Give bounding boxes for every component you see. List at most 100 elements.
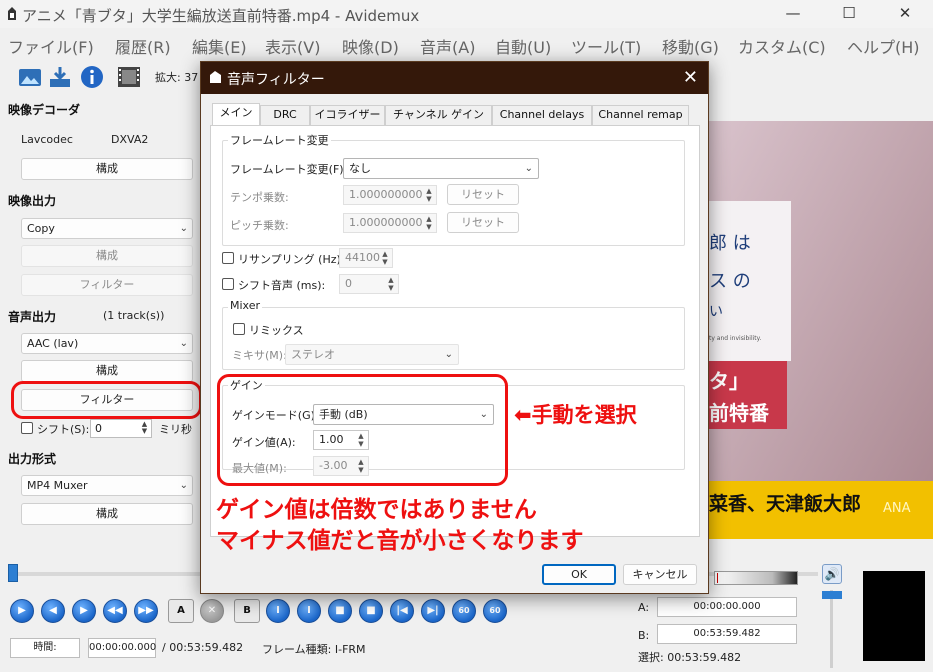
annotation-note-2: マイナス値だと音が小さくなります (216, 528, 584, 554)
menu-file[interactable]: ファイル(F) (8, 34, 94, 58)
speaker-icon[interactable]: 🔊 (822, 564, 842, 584)
tab-channel-gain[interactable]: チャンネル ゲイン (385, 105, 492, 125)
set-marker-a-button[interactable]: A (168, 599, 194, 623)
timeline-cursor[interactable] (8, 564, 18, 582)
resample-input[interactable]: 44100 ▲ ▼ (339, 248, 393, 268)
menu-audio[interactable]: 音声(A) (420, 34, 475, 58)
tempo-reset-button[interactable]: リセット (447, 184, 519, 205)
volume-meter (714, 571, 798, 585)
prev-keyframe-button[interactable]: I (266, 599, 290, 623)
next-keyframe-button[interactable]: I (297, 599, 321, 623)
minimize-button[interactable]: — (770, 0, 816, 28)
last-frame-button[interactable]: ▶| (421, 599, 445, 623)
dialog-app-icon (209, 71, 222, 84)
framerate-change-value: なし (349, 162, 371, 175)
muxer-config-button[interactable]: 構成 (21, 503, 193, 525)
chevron-down-icon: ⌄ (524, 163, 533, 174)
preview-text-small: ty and invisibility. (709, 335, 762, 342)
tempo-value: 1.000000000 (349, 188, 423, 201)
marker-b-value[interactable]: 00:53:59.482 (657, 624, 797, 644)
film-icon[interactable] (117, 65, 141, 89)
chevron-down-icon: ⌄ (179, 223, 188, 234)
tab-drc[interactable]: DRC (260, 105, 310, 125)
play-button[interactable]: ▶ (10, 599, 34, 623)
menu-tools[interactable]: ツール(T) (571, 34, 641, 58)
menu-help[interactable]: ヘルプ(H) (847, 34, 920, 58)
menu-custom[interactable]: カスタム(C) (738, 34, 826, 58)
mixer-select[interactable]: ステレオ ⌄ (285, 344, 459, 365)
audio-config-button[interactable]: 構成 (21, 360, 193, 382)
highlight-audio-filters (11, 381, 202, 419)
tab-channel-remap[interactable]: Channel remap (592, 105, 689, 125)
decoder-codec: Lavcodec (21, 133, 73, 146)
set-marker-b-button[interactable]: B (234, 599, 260, 623)
volume-slider-track[interactable] (830, 590, 833, 668)
close-icon[interactable]: ✕ (683, 67, 698, 88)
mixer-value: ステレオ (291, 348, 335, 361)
tab-equalizer[interactable]: イコライザー (310, 105, 385, 125)
back-fast-button[interactable]: ◀◀ (103, 599, 127, 623)
spin-arrows-icon[interactable]: ▲ ▼ (424, 215, 434, 231)
prev-frame-button[interactable]: ◀ (41, 599, 65, 623)
forward-fast-button[interactable]: ▶▶ (134, 599, 158, 623)
spin-arrows-icon[interactable]: ▲ ▼ (139, 421, 150, 436)
open-file-icon[interactable] (18, 65, 42, 89)
menu-history[interactable]: 履歴(R) (115, 34, 171, 58)
framerate-change-label: フレームレート変更(F): (230, 163, 348, 176)
chevron-down-icon: ⌄ (179, 338, 188, 349)
maximize-button[interactable]: ☐ (826, 0, 872, 28)
volume-slider-handle[interactable] (822, 591, 842, 599)
back-60-button[interactable]: 60 (452, 599, 476, 623)
delete-button[interactable]: ✕ (200, 599, 224, 623)
spin-arrows-icon[interactable]: ▲ ▼ (424, 187, 434, 203)
current-time-input[interactable]: 00:00:00.000 (88, 638, 156, 658)
info-icon[interactable] (80, 65, 104, 89)
audio-shift-checkbox[interactable] (21, 422, 33, 434)
menu-edit[interactable]: 編集(E) (192, 34, 247, 58)
decoder-config-button[interactable]: 構成 (21, 158, 193, 180)
video-filters-button[interactable]: フィルター (21, 274, 193, 296)
selection-label: 選択: 00:53:59.482 (638, 651, 742, 664)
menu-go[interactable]: 移動(G) (662, 34, 719, 58)
mixer-label: ミキサ(M): (232, 349, 287, 362)
audio-shift-input[interactable]: 0 ▲ ▼ (90, 419, 152, 438)
tab-channel-delays[interactable]: Channel delays (492, 105, 592, 125)
audio-tracks: (1 track(s)) (103, 309, 165, 322)
preview-image (707, 121, 933, 539)
preview-banner-1: タ」 (709, 369, 749, 393)
remix-checkbox[interactable] (233, 323, 245, 335)
close-button[interactable]: ✕ (882, 0, 928, 28)
prev-black-button[interactable]: ■ (328, 599, 352, 623)
save-file-icon[interactable] (48, 65, 72, 89)
muxer-select[interactable]: MP4 Muxer ⌄ (21, 475, 193, 496)
annotation-note-1: ゲイン値は倍数ではありません (216, 497, 537, 523)
tab-main[interactable]: メイン (212, 103, 260, 126)
marker-b-label: B: (638, 629, 650, 642)
spin-arrows-icon[interactable]: ▲ ▼ (386, 276, 396, 292)
marker-a-value[interactable]: 00:00:00.000 (657, 597, 797, 617)
menu-video[interactable]: 映像(D) (342, 34, 399, 58)
ok-button[interactable]: OK (542, 564, 616, 585)
dialog-title: 音声フィルター (227, 72, 325, 88)
framerate-change-select[interactable]: なし ⌄ (343, 158, 539, 179)
menu-auto[interactable]: 自動(U) (495, 34, 551, 58)
annotation-select-manual: ⬅手動を選択 (514, 403, 637, 427)
first-frame-button[interactable]: |◀ (390, 599, 414, 623)
next-black-button[interactable]: ■ (359, 599, 383, 623)
forward-60-button[interactable]: 60 (483, 599, 507, 623)
pitch-input[interactable]: 1.000000000 ▲ ▼ (343, 213, 437, 233)
preview-text-1: 郎 は (709, 233, 751, 254)
preview-text-2: ス の (709, 271, 751, 292)
audio-codec-select[interactable]: AAC (lav) ⌄ (21, 333, 193, 354)
shift-audio-input[interactable]: 0 ▲ ▼ (339, 274, 399, 294)
menu-view[interactable]: 表示(V) (265, 34, 320, 58)
video-codec-select[interactable]: Copy ⌄ (21, 218, 193, 239)
cancel-button[interactable]: キャンセル (623, 564, 697, 585)
spin-arrows-icon[interactable]: ▲ ▼ (380, 250, 390, 266)
next-frame-button[interactable]: ▶ (72, 599, 96, 623)
resample-checkbox[interactable] (222, 252, 234, 264)
tempo-input[interactable]: 1.000000000 ▲ ▼ (343, 185, 437, 205)
video-config-button[interactable]: 構成 (21, 245, 193, 267)
pitch-reset-button[interactable]: リセット (447, 212, 519, 233)
shift-audio-checkbox[interactable] (222, 278, 234, 290)
